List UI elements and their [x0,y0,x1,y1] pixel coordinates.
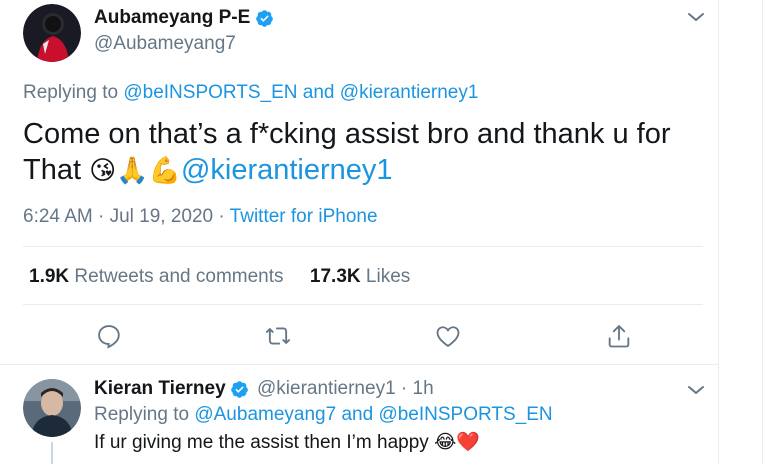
right-sidebar [719,0,766,464]
section-divider [0,364,718,365]
flex-emoji-icon: 💪 [148,156,181,186]
replying-to-line: Replying to @beINSPORTS_EN and @kieranti… [23,82,478,104]
tweet-card: Aubameyang P-E @Aubameyang7 Replying to … [0,0,718,464]
mention-link-beinsports[interactable]: @beINSPORTS_EN [123,82,297,103]
retweet-icon[interactable] [264,322,292,350]
divider [23,304,703,305]
pray-emoji-icon: 🙏 [116,156,149,186]
reply-author-avatar[interactable] [23,379,81,437]
mention-link-aubameyang[interactable]: @Aubameyang7 [194,404,336,425]
tweet-source-link[interactable]: Twitter for iPhone [230,206,378,227]
chevron-down-icon[interactable] [686,10,706,24]
reply-icon[interactable] [95,322,123,350]
replying-and-text: and [302,82,335,103]
reply-author-handle[interactable]: @kierantierney1 · 1h [257,378,434,400]
tweet-body: Come on that’s a f*cking assist bro and … [23,116,713,189]
heart-emoji-icon: ❤️ [456,432,480,453]
tweet-stats: 1.9K Retweets and comments 17.3K Likes [29,266,410,288]
tweet-detail-page: Aubameyang P-E @Aubameyang7 Replying to … [0,0,766,464]
tweet-timestamp[interactable]: 6:24 AM · Jul 19, 2020 · [23,206,225,227]
divider [23,246,703,247]
reply-replying-to-line: Replying to @Aubameyang7 and @beINSPORTS… [94,404,553,426]
mention-link-tweet[interactable]: @kierantierney1 [181,154,393,186]
verified-badge-icon [256,10,273,27]
retweets-stat[interactable]: 1.9K Retweets and comments [29,266,284,287]
verified-badge-icon [231,381,248,398]
sidebar-border [762,0,763,464]
reply-author-name[interactable]: Kieran Tierney [94,378,226,400]
author-name[interactable]: Aubameyang P-E [94,7,250,29]
laughing-emoji-icon: 😂 [434,432,457,453]
author-avatar[interactable] [23,4,81,62]
replying-and-text: and [341,404,374,425]
reply-tweet-body: If ur giving me the assist then I’m happ… [94,430,480,454]
reply-text: If ur giving me the assist then I’m happ… [94,432,429,453]
mention-link-beinsports[interactable]: @beINSPORTS_EN [378,404,552,425]
kiss-emoji-icon: 😘 [89,156,117,186]
share-icon[interactable] [605,322,633,350]
chevron-down-icon[interactable] [686,383,706,397]
mention-link-kierantierney[interactable]: @kierantierney1 [340,82,479,103]
replying-to-label: Replying to [23,82,119,103]
like-icon[interactable] [434,322,462,350]
likes-stat[interactable]: 17.3K Likes [310,266,410,287]
replying-to-label: Replying to [94,404,190,425]
author-handle[interactable]: @Aubameyang7 [94,33,236,55]
tweet-meta: 6:24 AM · Jul 19, 2020 · Twitter for iPh… [23,206,378,228]
thread-connector-line [51,442,53,464]
